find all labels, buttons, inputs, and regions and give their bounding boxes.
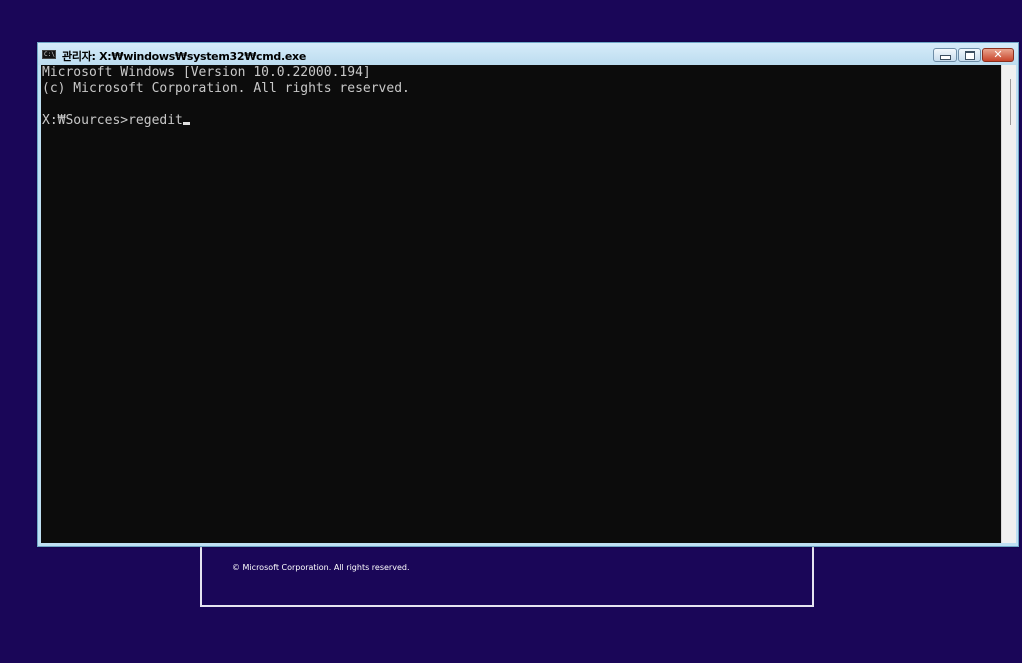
maximize-button[interactable] bbox=[958, 48, 981, 62]
close-icon: ✕ bbox=[993, 48, 1003, 61]
console-output[interactable]: Microsoft Windows [Version 10.0.22000.19… bbox=[41, 65, 1001, 543]
console-line-copyright: (c) Microsoft Corporation. All rights re… bbox=[42, 81, 410, 96]
console-prompt-line[interactable]: X:₩Sources>regedit bbox=[41, 113, 1001, 129]
title-bar[interactable]: C:\ 관리자: X:₩windows₩system32₩cmd.exe ✕ bbox=[38, 43, 1018, 65]
console-icon: C:\ bbox=[42, 50, 56, 59]
setup-copyright-text: © Microsoft Corporation. All rights rese… bbox=[232, 563, 410, 572]
maximize-icon bbox=[964, 50, 975, 60]
scrollbar-thumb[interactable] bbox=[1010, 79, 1011, 125]
console-command: X:₩Sources>regedit bbox=[42, 113, 183, 128]
cmd-window[interactable]: C:\ 관리자: X:₩windows₩system32₩cmd.exe ✕ M… bbox=[37, 42, 1019, 547]
minimize-button[interactable] bbox=[933, 48, 957, 62]
vertical-scrollbar[interactable] bbox=[1001, 65, 1016, 543]
text-cursor bbox=[182, 122, 190, 125]
console-line-version: Microsoft Windows [Version 10.0.22000.19… bbox=[42, 65, 371, 80]
close-button[interactable]: ✕ bbox=[982, 48, 1014, 62]
minimize-icon bbox=[939, 55, 951, 60]
window-title: 관리자: X:₩windows₩system32₩cmd.exe bbox=[62, 50, 306, 63]
